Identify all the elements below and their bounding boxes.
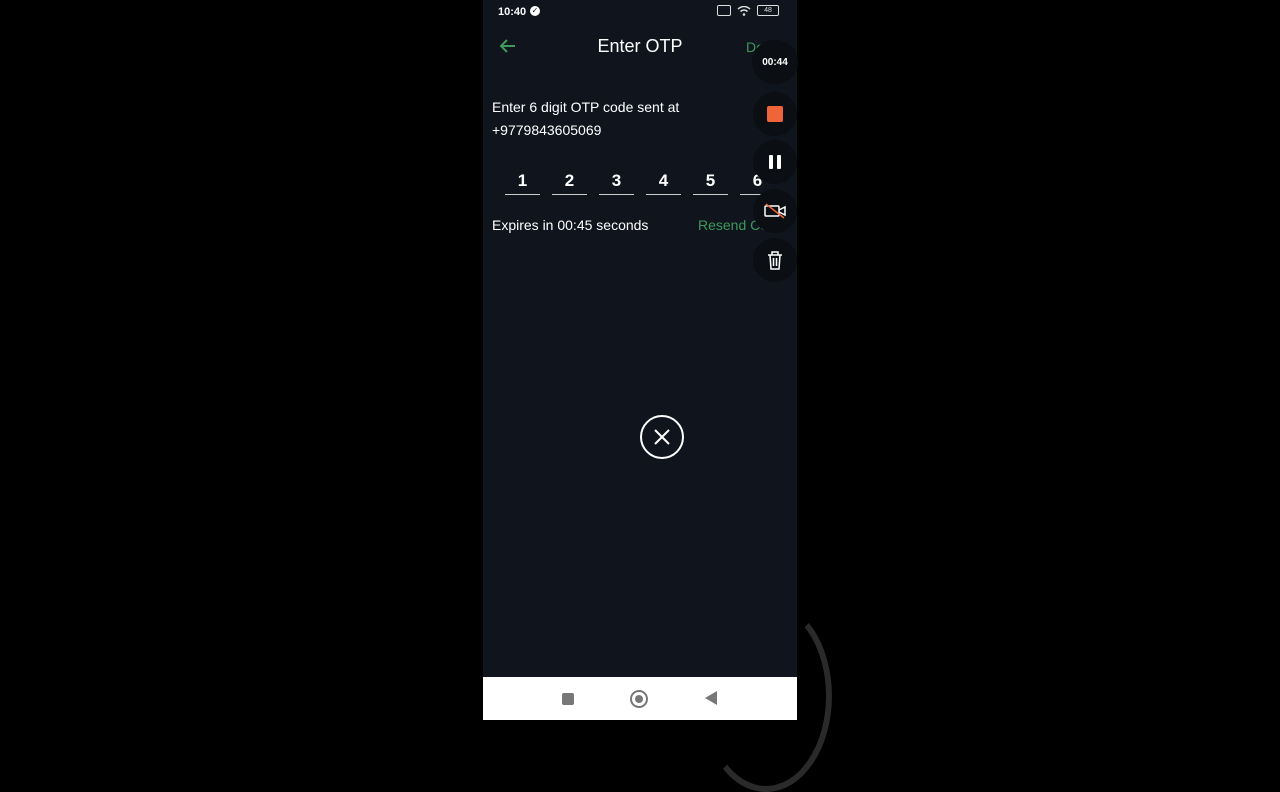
instruction-text: Enter 6 digit OTP code sent at (492, 99, 680, 115)
header: Enter OTP Done (483, 30, 797, 64)
otp-instruction: Enter 6 digit OTP code sent at +97798436… (492, 96, 742, 142)
phone-screen: 10:40 ✓ 48 Enter OTP Done Enter 6 digit … (483, 0, 797, 720)
nav-recents-icon[interactable] (562, 693, 574, 705)
camera-toggle-button[interactable] (753, 189, 797, 233)
stop-icon (767, 106, 783, 122)
otp-digit-2[interactable]: 2 (552, 168, 587, 195)
pause-icon (769, 155, 781, 169)
battery-icon: 48 (757, 5, 779, 16)
delete-recording-button[interactable] (753, 238, 797, 282)
status-bar: 10:40 ✓ 48 (483, 0, 797, 24)
sim-icon (717, 5, 731, 16)
camera-off-icon (764, 203, 786, 219)
navigation-bar (483, 677, 797, 720)
pause-recording-button[interactable] (753, 140, 797, 184)
check-icon: ✓ (530, 6, 540, 16)
stop-recording-button[interactable] (753, 92, 797, 136)
otp-digit-4[interactable]: 4 (646, 168, 681, 195)
trash-icon (768, 251, 782, 270)
otp-input-row: 1 2 3 4 5 6 (505, 168, 775, 195)
nav-back-icon[interactable] (705, 691, 717, 705)
nav-home-icon[interactable] (630, 690, 648, 708)
otp-digit-5[interactable]: 5 (693, 168, 728, 195)
status-icons: 48 (717, 5, 779, 16)
wifi-icon (737, 5, 751, 16)
otp-digit-3[interactable]: 3 (599, 168, 634, 195)
status-time: 10:40 (498, 6, 527, 18)
otp-digit-1[interactable]: 1 (505, 168, 540, 195)
close-icon[interactable] (640, 415, 684, 459)
recording-timer: 00:44 (752, 40, 798, 84)
phone-number: +9779843605069 (492, 122, 602, 138)
expiry-text: Expires in 00:45 seconds (492, 217, 649, 233)
